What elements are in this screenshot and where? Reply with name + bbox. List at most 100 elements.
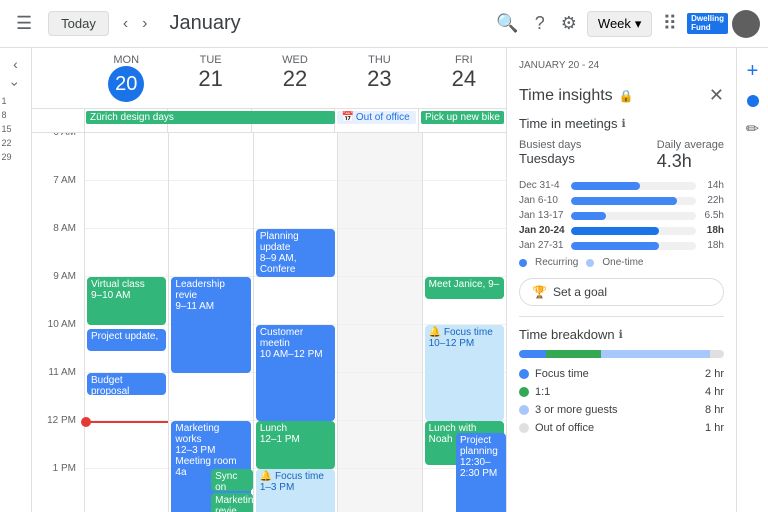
event-budget-proposal[interactable]: Budget proposal — [87, 373, 166, 395]
event-project-planning[interactable]: Project planning12:30–2:30 PM — [456, 433, 506, 512]
brand-logo: DwellingFund — [687, 13, 728, 35]
bar-track-3 — [571, 212, 696, 220]
busiest-row: Busiest days Tuesdays Daily average 4.3h — [519, 139, 724, 172]
calendar-icon: 📅 — [341, 112, 353, 123]
bar-track-4 — [571, 227, 696, 235]
today-button[interactable]: Today — [48, 11, 109, 36]
dot-oof — [519, 423, 529, 433]
week-selector[interactable]: Week ▾ — [587, 11, 653, 37]
breakdown-oof: Out of office 1 hr — [519, 422, 724, 434]
week-num-2: 8 — [2, 110, 30, 120]
week-bar-jan6: Jan 6-10 22h — [519, 195, 724, 206]
dot-focus — [519, 369, 529, 379]
week-bars: Dec 31-4 14h Jan 6-10 22h Jan 13-17 6.5h — [519, 180, 724, 251]
bar-fill-1 — [571, 182, 640, 190]
week-bar-dec31: Dec 31-4 14h — [519, 180, 724, 191]
close-button[interactable]: ✕ — [709, 85, 724, 106]
day-header-mon: MON 20 — [84, 48, 168, 108]
breakdown-1on1: 1:1 4 hr — [519, 386, 724, 398]
zurich-event[interactable]: Zürich design days — [86, 111, 335, 124]
nav-arrows: ‹ › — [117, 11, 154, 37]
time-12pm: 12 PM — [32, 415, 84, 463]
day-col-tue: Leadership revie9–11 AM Marketing works1… — [168, 133, 252, 512]
event-customer-meeting[interactable]: Customer meetin10 AM–12 PM — [256, 325, 335, 421]
day-header-fri: FRI 24 — [422, 48, 506, 108]
allday-cell-fri: Pick up new bike — [418, 109, 506, 132]
avg-val: 4.3h — [657, 151, 724, 172]
calendar-area: MON 20 TUE 21 WED 22 THU 23 FRI 24 — [32, 48, 506, 512]
trophy-icon: 🏆 — [532, 285, 547, 299]
breakdown-3plus: 3 or more guests 8 hr — [519, 404, 724, 416]
event-leadership[interactable]: Leadership revie9–11 AM — [171, 277, 250, 373]
header-icons: 🔍 ? ⚙ Week ▾ ⠿ DwellingFund — [490, 5, 760, 42]
legend-dot-onetime — [586, 259, 594, 267]
header: ☰ Today ‹ › January 🔍 ? ⚙ Week ▾ ⠿ Dwell… — [0, 0, 768, 48]
add-button[interactable]: + — [743, 56, 763, 87]
day-header-tue: TUE 21 — [168, 48, 252, 108]
day-col-mon: Virtual class9–10 AM Project update, Bud… — [84, 133, 168, 512]
settings-button[interactable]: ⚙ — [555, 7, 583, 40]
event-lunch-wed[interactable]: Lunch12–1 PM — [256, 421, 335, 469]
breakdown-title: Time breakdown ℹ — [519, 327, 724, 342]
out-of-office-allday[interactable]: 📅 Out of office — [337, 111, 415, 124]
event-sync[interactable]: Sync on latest d — [211, 469, 253, 491]
allday-gutter — [32, 109, 84, 132]
day-col-fri: Meet Janice, 9– 🔔 Focus time10–12 PM Lun… — [422, 133, 506, 512]
time-6am: 6 AM — [32, 133, 84, 175]
allday-cells: Zürich design days 📅 Out of office Pick … — [84, 109, 506, 132]
calendar-body[interactable]: 6 AM 7 AM 8 AM 9 AM 10 AM 11 AM 12 PM 1 … — [32, 133, 506, 512]
week-bar-jan20: Jan 20-24 18h — [519, 225, 724, 236]
prev-arrow[interactable]: ‹ — [117, 11, 134, 37]
breakdown-bar — [519, 350, 724, 358]
sidebar-nav-up[interactable]: ‹ — [13, 56, 18, 72]
apps-grid-icon[interactable]: ⠿ — [656, 5, 683, 42]
help-button[interactable]: ? — [529, 7, 551, 40]
event-planning-update[interactable]: Planning update8–9 AM, Confere — [256, 229, 335, 277]
bar-track-5 — [571, 242, 696, 250]
divider — [519, 316, 724, 317]
next-arrow[interactable]: › — [136, 11, 153, 37]
breakdown-focus: Focus time 2 hr — [519, 368, 724, 380]
mini-sidebar: ‹ › 1 8 15 22 29 — [0, 48, 32, 512]
day-header-wed: WED 22 — [253, 48, 337, 108]
dot-1on1 — [519, 387, 529, 397]
bar-fill-5 — [571, 242, 659, 250]
sidebar-blue-dot — [747, 95, 759, 107]
month-title: January — [170, 12, 483, 35]
week-num-5: 29 — [2, 152, 30, 162]
event-focus-time-fri[interactable]: 🔔 Focus time10–12 PM — [425, 325, 504, 421]
sidebar-nav-down[interactable]: › — [7, 82, 23, 87]
event-marketing-rev[interactable]: Marketing revie — [211, 493, 253, 512]
dot-3plus — [519, 405, 529, 415]
day-col-thu — [337, 133, 421, 512]
week-bar-jan27: Jan 27-31 18h — [519, 240, 724, 251]
lock-icon: 🔒 — [619, 89, 634, 103]
time-10am: 10 AM — [32, 319, 84, 367]
event-focus-time-wed[interactable]: 🔔 Focus time1–3 PM — [256, 469, 335, 512]
day-headers: MON 20 TUE 21 WED 22 THU 23 FRI 24 — [32, 48, 506, 109]
thu-grid — [338, 133, 421, 512]
seg-1on1 — [546, 350, 601, 358]
insights-panel: JANUARY 20 - 24 Time insights 🔒 ✕ Time i… — [506, 48, 736, 512]
seg-3plus — [601, 350, 710, 358]
event-meet-janice[interactable]: Meet Janice, 9– — [425, 277, 504, 299]
search-button[interactable]: 🔍 — [490, 7, 524, 40]
avatar[interactable] — [732, 10, 760, 38]
info-icon: ℹ — [622, 117, 626, 130]
date-range: JANUARY 20 - 24 — [519, 60, 599, 71]
bar-track-2 — [571, 197, 696, 205]
hamburger-icon[interactable]: ☰ — [8, 5, 40, 42]
pickup-event[interactable]: Pick up new bike — [421, 111, 504, 124]
legend-row: Recurring One-time — [519, 257, 724, 268]
legend-dot-recurring — [519, 259, 527, 267]
bar-fill-3 — [571, 212, 606, 220]
event-project-update[interactable]: Project update, — [87, 329, 166, 351]
busiest-val: Tuesdays — [519, 151, 581, 166]
bar-fill-4 — [571, 227, 659, 235]
time-7am: 7 AM — [32, 175, 84, 223]
set-goal-button[interactable]: 🏆 Set a goal — [519, 278, 724, 306]
sidebar-pencil-icon[interactable]: ✏ — [742, 115, 763, 143]
time-8am: 8 AM — [32, 223, 84, 271]
event-virtual-class[interactable]: Virtual class9–10 AM — [87, 277, 166, 325]
seg-oof — [710, 350, 724, 358]
